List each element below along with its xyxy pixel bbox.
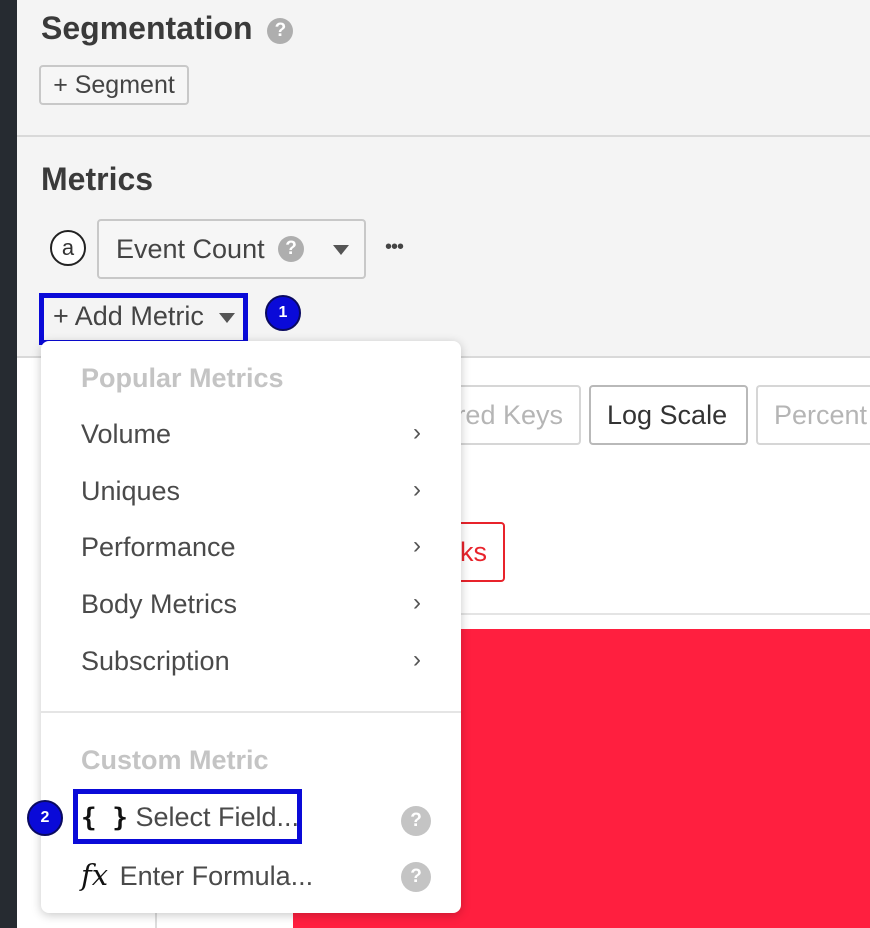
metric-select-label: Event Count: [116, 234, 265, 264]
menu-item-label: Body Metrics: [81, 589, 238, 619]
menu-item-label: Volume: [81, 419, 172, 449]
enter-formula-label: Enter Formula...: [119, 861, 314, 891]
menu-divider: [41, 711, 461, 713]
popular-metrics-header: Popular Metrics: [81, 363, 284, 393]
percent-button[interactable]: Percent: [756, 385, 870, 445]
menu-item-body-metrics[interactable]: Body Metrics ›: [81, 589, 421, 620]
menu-item-label: Uniques: [81, 476, 181, 506]
chevron-right-icon: ›: [413, 532, 421, 559]
caret-down-icon: [219, 312, 236, 323]
custom-metric-header: Custom Metric: [81, 745, 269, 775]
formula-icon: fx: [81, 858, 109, 892]
help-icon[interactable]: ?: [278, 236, 304, 262]
menu-item-subscription[interactable]: Subscription ›: [81, 646, 421, 677]
menu-item-label: Subscription: [81, 646, 230, 676]
segmentation-title: Segmentation ?: [41, 10, 294, 47]
help-icon[interactable]: ?: [267, 17, 294, 44]
app-sidebar: [0, 0, 17, 928]
metric-letter-badge: a: [50, 230, 86, 266]
add-metric-button[interactable]: + Add Metric: [53, 301, 236, 332]
menu-item-volume[interactable]: Volume ›: [81, 419, 421, 450]
chevron-right-icon: ›: [413, 419, 421, 446]
annotation-badge-1: 1: [265, 295, 301, 331]
enter-formula-item[interactable]: fx Enter Formula...: [81, 858, 421, 892]
help-icon[interactable]: ?: [401, 806, 431, 836]
menu-item-performance[interactable]: Performance ›: [81, 532, 421, 563]
add-segment-button[interactable]: + Segment: [39, 65, 189, 105]
section-divider: [17, 135, 870, 137]
add-metric-label: + Add Metric: [53, 301, 204, 331]
metrics-title: Metrics: [41, 161, 154, 197]
help-icon[interactable]: ?: [401, 862, 431, 892]
chevron-right-icon: ›: [413, 476, 421, 503]
more-options-icon[interactable]: •••: [385, 236, 404, 259]
annotation-badge-2: 2: [27, 800, 63, 836]
menu-item-uniques[interactable]: Uniques ›: [81, 476, 421, 507]
caret-down-icon: [333, 245, 349, 255]
highlight-box-select-field: [73, 789, 302, 844]
chevron-right-icon: ›: [413, 589, 421, 616]
metric-select-dropdown[interactable]: Event Count ?: [97, 219, 366, 279]
segmentation-title-text: Segmentation: [41, 10, 253, 46]
menu-item-label: Performance: [81, 532, 236, 562]
panel-divider: [440, 613, 870, 615]
log-scale-button[interactable]: Log Scale: [589, 385, 748, 445]
chevron-right-icon: ›: [413, 646, 421, 673]
